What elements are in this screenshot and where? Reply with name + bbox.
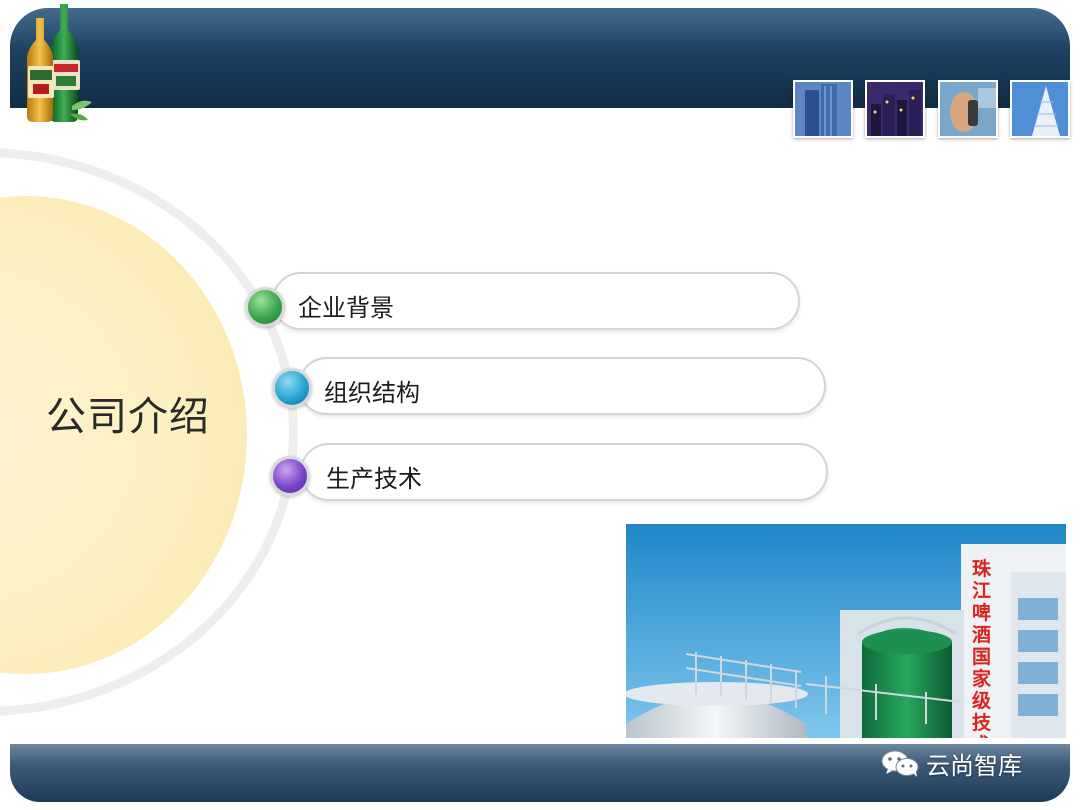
- slide: 公司介绍 企业背景 组织结构 生产技术 珠江啤酒国家级技 云尚智库: [0, 0, 1080, 810]
- section-title: 公司介绍: [46, 394, 210, 440]
- green-bullet-icon: [245, 287, 285, 327]
- beer-bottles-logo: [27, 4, 92, 122]
- thumbnail-city-night: [865, 80, 925, 138]
- factory-sign: 珠江啤酒国家级技术中: [972, 558, 992, 738]
- menu-item-label: 生产技术: [326, 465, 422, 493]
- thumbnail-phone-call: [938, 80, 998, 138]
- wechat-icon: [881, 750, 919, 777]
- purple-bullet-icon: [270, 456, 310, 496]
- menu-item-structure[interactable]: 组织结构: [298, 357, 826, 415]
- factory-photo: 珠江啤酒国家级技术中: [626, 524, 1066, 738]
- menu-item-background[interactable]: 企业背景: [272, 272, 800, 330]
- menu-item-label: 企业背景: [298, 294, 394, 322]
- thumbnail-building: [793, 80, 853, 138]
- header-sheen: [10, 8, 1070, 48]
- menu-item-technology[interactable]: 生产技术: [300, 443, 828, 501]
- blue-bullet-icon: [272, 368, 312, 408]
- watermark-text: 云尚智库: [926, 751, 1022, 780]
- menu-item-label: 组织结构: [324, 379, 420, 407]
- thumbnail-skyscraper: [1010, 80, 1070, 138]
- watermark: 云尚智库: [880, 746, 1022, 780]
